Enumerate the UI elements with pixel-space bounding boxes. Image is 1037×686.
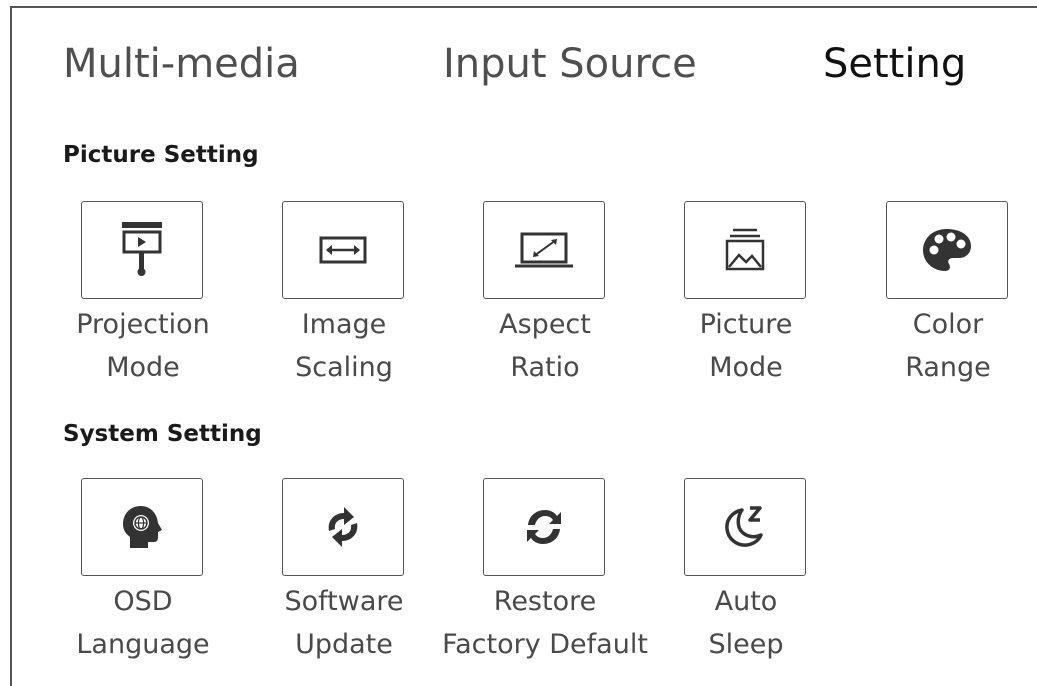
palette-icon bbox=[919, 225, 975, 275]
image-scaling-button[interactable] bbox=[282, 201, 404, 299]
picture-mode-button[interactable] bbox=[684, 201, 806, 299]
auto-sleep-button[interactable] bbox=[684, 478, 806, 576]
color-range-label: Color Range bbox=[905, 309, 991, 383]
moon-sleep-icon bbox=[720, 502, 770, 552]
tab-input-source[interactable]: Input Source bbox=[443, 38, 697, 90]
picture-setting-heading: Picture Setting bbox=[63, 142, 259, 168]
aspect-ratio-button[interactable] bbox=[483, 201, 605, 299]
osd-language-button[interactable] bbox=[81, 478, 203, 576]
picture-stack-icon bbox=[723, 227, 767, 273]
sync-arrows-icon bbox=[321, 505, 365, 549]
horizontal-scale-icon bbox=[318, 230, 368, 270]
refresh-icon bbox=[522, 505, 566, 549]
aspect-ratio-icon bbox=[512, 228, 576, 272]
tab-multi-media[interactable]: Multi-media bbox=[63, 38, 300, 90]
head-globe-icon bbox=[117, 502, 167, 552]
color-range-button[interactable] bbox=[886, 201, 1008, 299]
auto-sleep-label: Auto Sleep bbox=[708, 586, 784, 660]
restore-factory-default-button[interactable] bbox=[483, 478, 605, 576]
projection-mode-button[interactable] bbox=[81, 201, 203, 299]
projection-screen-icon bbox=[117, 220, 167, 280]
tab-setting[interactable]: Setting bbox=[823, 38, 966, 90]
software-update-button[interactable] bbox=[282, 478, 404, 576]
system-setting-heading: System Setting bbox=[63, 421, 262, 447]
